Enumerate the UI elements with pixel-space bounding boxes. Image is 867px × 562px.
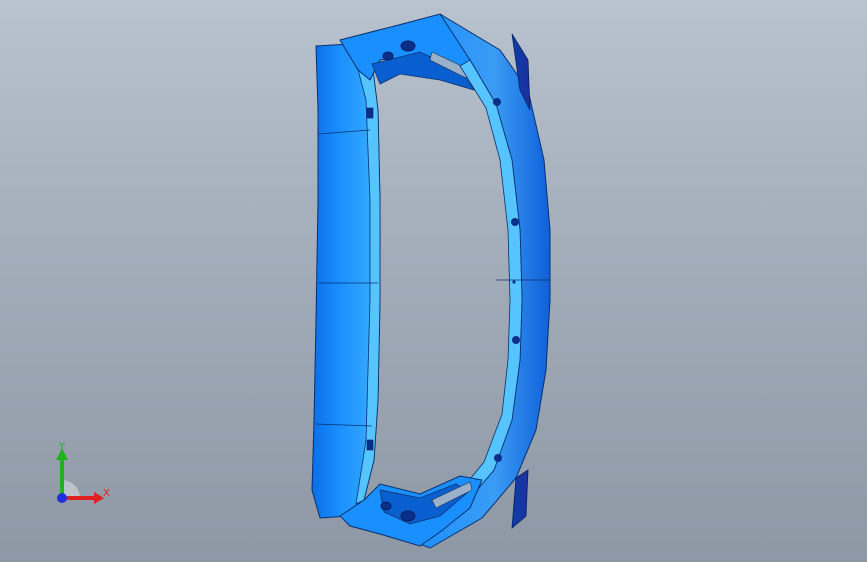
- y-axis-label: Y: [58, 441, 66, 452]
- orientation-triad: Y X: [56, 441, 110, 504]
- x-axis-label: X: [103, 488, 110, 499]
- graphics-viewport[interactable]: Y X: [0, 0, 867, 562]
- part-model[interactable]: [0, 0, 867, 562]
- z-axis-dot: [57, 493, 67, 503]
- left-beam: [311, 42, 381, 519]
